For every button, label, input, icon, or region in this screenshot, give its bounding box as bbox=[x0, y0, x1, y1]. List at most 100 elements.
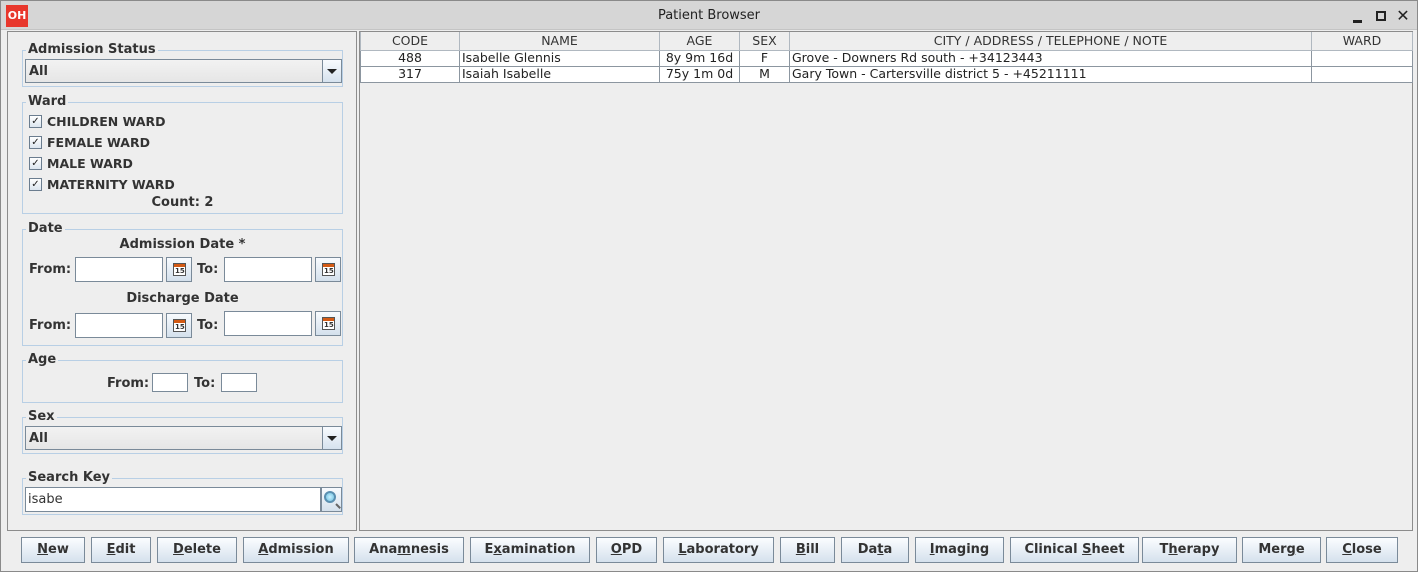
laboratory-button[interactable]: Laboratory bbox=[663, 537, 774, 563]
discharge-from-label: From: bbox=[29, 318, 72, 333]
checkbox-checked-icon[interactable]: ✓ bbox=[29, 156, 42, 170]
discharge-date-label: Discharge Date bbox=[126, 291, 239, 306]
cell-address[interactable]: Gary Town - Cartersville district 5 - +4… bbox=[789, 65, 1312, 83]
date-label: Date bbox=[28, 221, 63, 236]
column-header-ward[interactable]: WARD bbox=[1311, 32, 1413, 51]
cell-address[interactable]: Grove - Downers Rd south - +34123443 bbox=[789, 49, 1312, 67]
column-header-sex[interactable]: SEX bbox=[739, 32, 790, 51]
sex-group: Sex All bbox=[22, 410, 343, 454]
discharge-to-label: To: bbox=[197, 318, 219, 333]
bill-button[interactable]: Bill bbox=[780, 537, 835, 563]
admission-from-calendar-button[interactable]: 15 bbox=[166, 257, 192, 282]
admission-status-combo[interactable]: All bbox=[25, 59, 342, 83]
data-button[interactable]: Data bbox=[841, 537, 909, 563]
calendar-icon: 15 bbox=[173, 319, 186, 332]
cell-ward[interactable] bbox=[1311, 65, 1413, 83]
search-button[interactable] bbox=[321, 487, 342, 512]
discharge-from-field[interactable] bbox=[75, 313, 163, 338]
ward-checkbox-maternity[interactable]: ✓ MATERNITY WARD bbox=[29, 175, 175, 193]
column-header-name[interactable]: NAME bbox=[459, 32, 660, 51]
admission-button[interactable]: Admission bbox=[243, 537, 349, 563]
admission-to-calendar-button[interactable]: 15 bbox=[315, 257, 341, 282]
table-row[interactable]: 488 Isabelle Glennis 8y 9m 16d F Grove -… bbox=[360, 49, 1413, 67]
sex-label: Sex bbox=[28, 409, 55, 424]
imaging-button[interactable]: Imaging bbox=[915, 537, 1004, 563]
cell-ward[interactable] bbox=[1311, 49, 1413, 67]
cell-name[interactable]: Isabelle Glennis bbox=[459, 49, 660, 67]
chevron-down-icon[interactable] bbox=[322, 60, 341, 82]
calendar-icon: 15 bbox=[173, 263, 186, 276]
title-bar[interactable]: OH Patient Browser ✕ bbox=[1, 1, 1417, 30]
discharge-from-calendar-button[interactable]: 15 bbox=[166, 313, 192, 338]
age-to-label: To: bbox=[194, 376, 216, 391]
maximize-icon[interactable] bbox=[1372, 7, 1390, 25]
column-header-code[interactable]: CODE bbox=[360, 32, 460, 51]
checkbox-checked-icon[interactable]: ✓ bbox=[29, 177, 42, 191]
ward-checkbox-children[interactable]: ✓ CHILDREN WARD bbox=[29, 112, 166, 130]
patient-table: CODE NAME AGE SEX CITY / ADDRESS / TELEP… bbox=[360, 32, 1413, 83]
date-group: Date Admission Date * From: 15 To: 15 Di… bbox=[22, 222, 343, 346]
therapy-button[interactable]: Therapy bbox=[1142, 537, 1237, 563]
cell-age[interactable]: 8y 9m 16d bbox=[659, 49, 740, 67]
ward-checkbox-male[interactable]: ✓ MALE WARD bbox=[29, 154, 133, 172]
ward-checkbox-label: CHILDREN WARD bbox=[47, 113, 166, 129]
column-header-address[interactable]: CITY / ADDRESS / TELEPHONE / NOTE bbox=[789, 32, 1312, 51]
sex-value: All bbox=[29, 431, 48, 446]
window-title: Patient Browser bbox=[657, 8, 761, 23]
edit-button[interactable]: Edit bbox=[91, 537, 151, 563]
search-key-group: Search Key isabe bbox=[22, 471, 343, 515]
admission-status-label: Admission Status bbox=[28, 42, 156, 57]
ward-checkbox-female[interactable]: ✓ FEMALE WARD bbox=[29, 133, 150, 151]
ward-label: Ward bbox=[28, 94, 67, 109]
results-panel: CODE NAME AGE SEX CITY / ADDRESS / TELEP… bbox=[359, 31, 1413, 531]
sex-combo[interactable]: All bbox=[25, 426, 342, 450]
cell-name[interactable]: Isaiah Isabelle bbox=[459, 65, 660, 83]
column-header-age[interactable]: AGE bbox=[659, 32, 740, 51]
checkbox-checked-icon[interactable]: ✓ bbox=[29, 114, 42, 128]
age-from-label: From: bbox=[107, 376, 150, 391]
table-header-row: CODE NAME AGE SEX CITY / ADDRESS / TELEP… bbox=[360, 32, 1413, 51]
cell-age[interactable]: 75y 1m 0d bbox=[659, 65, 740, 83]
new-button[interactable]: New bbox=[21, 537, 85, 563]
age-label: Age bbox=[28, 352, 57, 367]
admission-to-label: To: bbox=[197, 262, 219, 277]
opd-button[interactable]: OPD bbox=[596, 537, 657, 563]
discharge-to-field[interactable] bbox=[224, 311, 312, 336]
delete-button[interactable]: Delete bbox=[157, 537, 237, 563]
search-input[interactable]: isabe bbox=[25, 487, 321, 512]
cell-code[interactable]: 488 bbox=[360, 49, 460, 67]
ward-checkbox-label: FEMALE WARD bbox=[47, 134, 150, 150]
ward-checkbox-label: MATERNITY WARD bbox=[47, 176, 175, 192]
calendar-icon: 15 bbox=[322, 263, 335, 276]
examination-button[interactable]: Examination bbox=[470, 537, 590, 563]
checkbox-checked-icon[interactable]: ✓ bbox=[29, 135, 42, 149]
anamnesis-button[interactable]: Anamnesis bbox=[354, 537, 464, 563]
merge-button[interactable]: Merge bbox=[1242, 537, 1321, 563]
ward-group: Ward ✓ CHILDREN WARD ✓ FEMALE WARD ✓ MAL… bbox=[22, 95, 343, 214]
minimize-icon[interactable] bbox=[1349, 7, 1367, 25]
patient-browser-window: OH Patient Browser ✕ Admission Status Al… bbox=[0, 0, 1418, 572]
chevron-down-icon[interactable] bbox=[322, 427, 341, 449]
cell-sex[interactable]: F bbox=[739, 49, 790, 67]
admission-status-group: Admission Status All bbox=[22, 43, 343, 87]
ward-count: Count: 2 bbox=[151, 195, 214, 210]
admission-status-value: All bbox=[29, 64, 48, 79]
search-key-label: Search Key bbox=[28, 470, 110, 485]
age-from-field[interactable] bbox=[152, 373, 188, 392]
admission-from-field[interactable] bbox=[75, 257, 163, 282]
cell-sex[interactable]: M bbox=[739, 65, 790, 83]
search-icon bbox=[324, 491, 336, 503]
admission-date-label: Admission Date * bbox=[119, 237, 246, 252]
table-row[interactable]: 317 Isaiah Isabelle 75y 1m 0d M Gary Tow… bbox=[360, 65, 1413, 83]
close-button[interactable]: Close bbox=[1326, 537, 1398, 563]
discharge-to-calendar-button[interactable]: 15 bbox=[315, 311, 341, 336]
age-to-field[interactable] bbox=[221, 373, 257, 392]
filter-panel: Admission Status All Ward ✓ CHILDREN WAR… bbox=[7, 31, 357, 531]
cell-code[interactable]: 317 bbox=[360, 65, 460, 83]
admission-to-field[interactable] bbox=[224, 257, 312, 282]
clinical-sheet-button[interactable]: Clinical Sheet bbox=[1010, 537, 1139, 563]
age-group: Age From: To: bbox=[22, 353, 343, 403]
close-window-icon[interactable]: ✕ bbox=[1394, 7, 1412, 25]
calendar-icon: 15 bbox=[322, 317, 335, 330]
admission-from-label: From: bbox=[29, 262, 72, 277]
